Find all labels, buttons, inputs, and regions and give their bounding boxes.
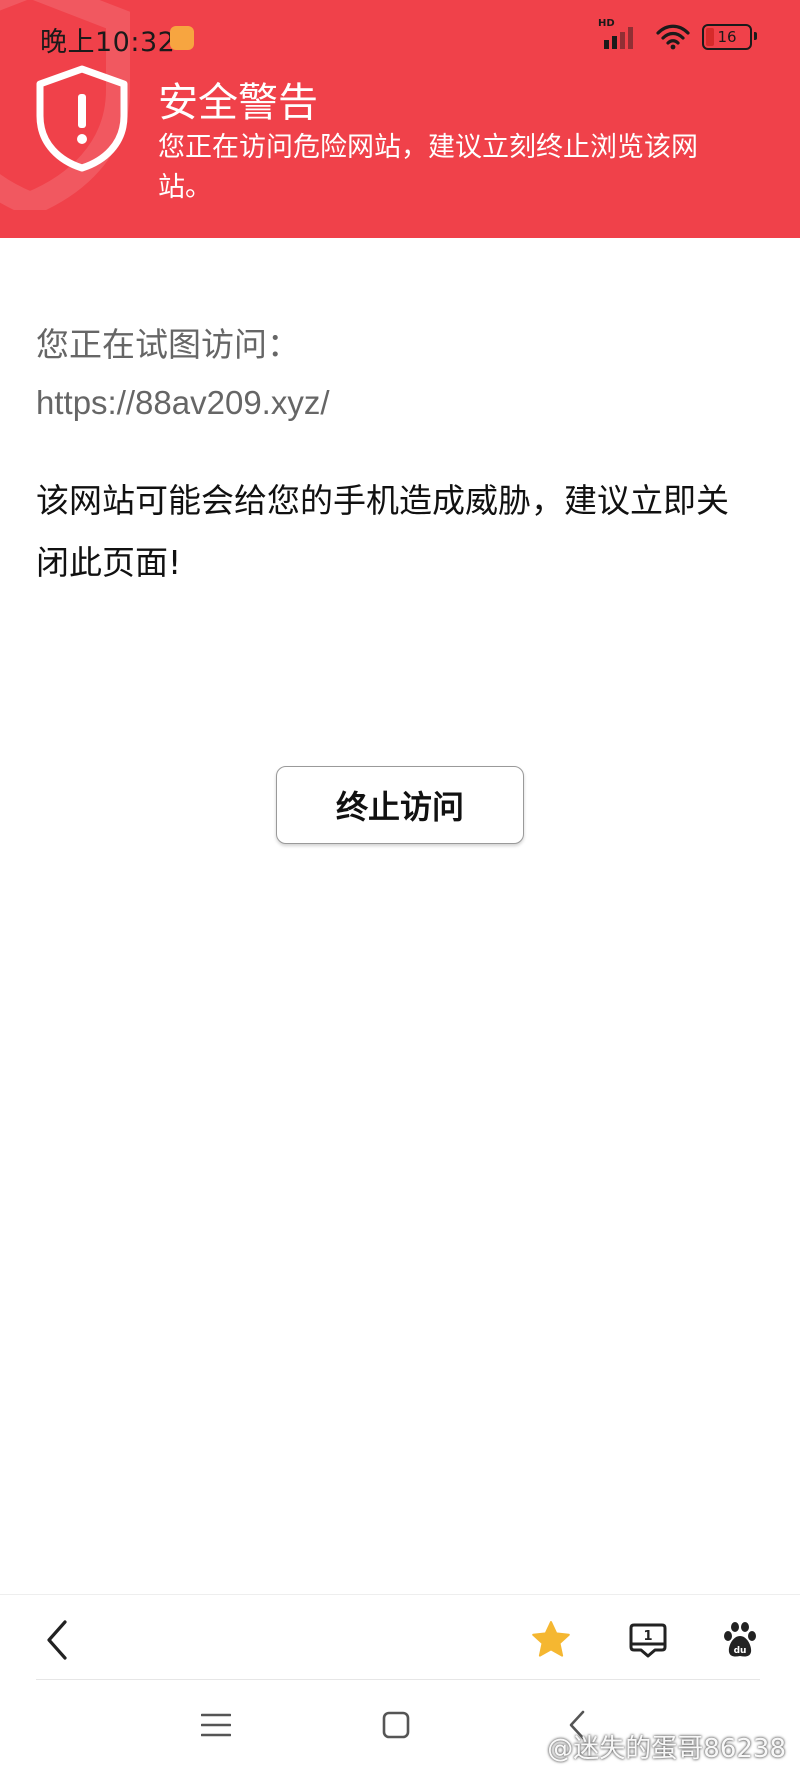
menu-icon	[201, 1713, 231, 1737]
signal-icon: HD	[598, 18, 644, 50]
recent-apps-button[interactable]	[186, 1690, 246, 1760]
warning-title: 安全警告	[158, 80, 318, 126]
threat-message: 该网站可能会给您的手机造成威胁，建议立即关闭此页面!	[36, 481, 729, 582]
baidu-button[interactable]: du	[710, 1595, 770, 1685]
security-warning-header: 晚上10:32 HD 16 安全警告 您正在访问危险网站，建议立刻终止浏览该网站…	[0, 0, 800, 238]
back-icon	[47, 1620, 67, 1660]
tabs-icon: 1	[629, 1623, 667, 1658]
shield-alert-icon	[36, 65, 128, 172]
trying-to-visit-label: 您正在试图访问：	[36, 325, 300, 364]
star-icon	[532, 1621, 570, 1657]
status-time: 晚上10:32	[40, 27, 176, 58]
svg-text:du: du	[734, 1646, 747, 1656]
app-notification-icon	[170, 26, 194, 50]
bookmark-button[interactable]	[521, 1595, 581, 1685]
watermark: @迷失的蛋哥86238	[547, 1734, 786, 1764]
tab-count: 1	[643, 1629, 652, 1644]
stop-visit-button[interactable]: 终止访问	[276, 766, 524, 844]
baidu-paw-icon: du	[724, 1622, 756, 1657]
tabs-button[interactable]: 1	[618, 1595, 678, 1685]
wifi-icon	[656, 24, 690, 50]
browser-toolbar: 1 du	[0, 1595, 800, 1685]
hd-label: HD	[598, 18, 615, 29]
warning-subtitle: 您正在访问危险网站，建议立刻终止浏览该网站。	[158, 132, 698, 203]
home-button[interactable]	[366, 1690, 426, 1760]
back-button[interactable]	[28, 1595, 88, 1685]
battery-level: 16	[717, 28, 737, 46]
status-indicators: HD 16	[598, 18, 757, 50]
battery-icon: 16	[702, 24, 757, 50]
nav-divider	[36, 1679, 760, 1680]
home-icon	[382, 1711, 410, 1739]
target-url: https://88av209.xyz/	[36, 384, 330, 421]
